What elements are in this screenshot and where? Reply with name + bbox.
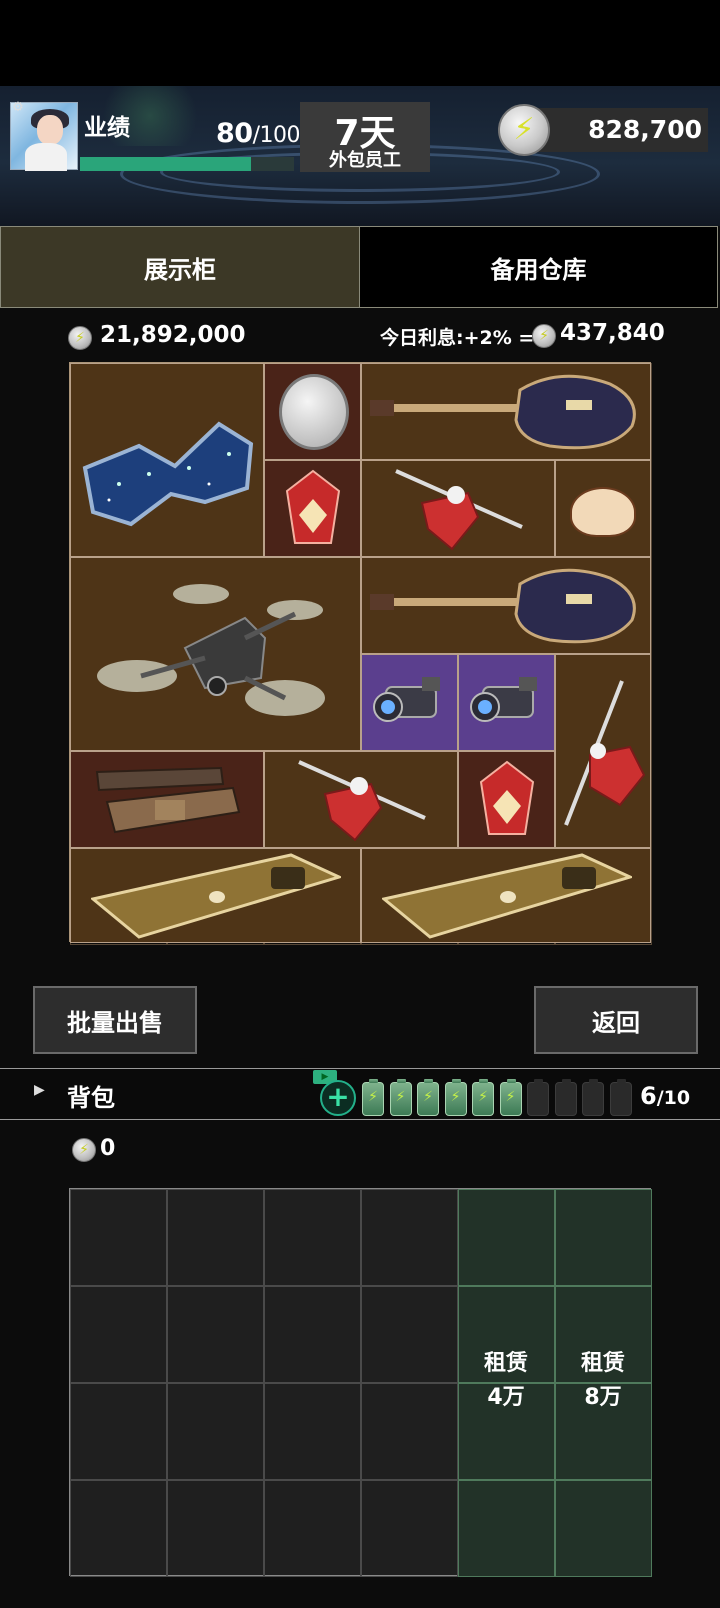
backpack-slot[interactable] bbox=[361, 1286, 458, 1383]
item-star-map-scroll[interactable] bbox=[70, 363, 264, 557]
backpack-slot[interactable] bbox=[167, 1480, 264, 1577]
showcase-grid bbox=[69, 362, 652, 945]
item-red-gem[interactable] bbox=[264, 460, 361, 557]
battery-full-icon: ⚡ bbox=[389, 1079, 412, 1116]
item-smartphone[interactable] bbox=[70, 848, 361, 943]
backpack-grid: 租赁 4万 租赁 8万 bbox=[69, 1188, 652, 1577]
top-status-area bbox=[0, 0, 720, 86]
interest-label: 今日利息:+2% = bbox=[380, 327, 535, 349]
performance-bar-fill bbox=[80, 157, 252, 171]
showcase-total-value: 21,892,000 bbox=[100, 322, 246, 348]
item-rifle-scope[interactable] bbox=[458, 654, 555, 751]
interest-value: 437,840 bbox=[560, 320, 665, 346]
avatar-body bbox=[25, 143, 67, 171]
battery-full-icon: ⚡ bbox=[362, 1079, 384, 1116]
add-battery-button[interactable]: + bbox=[320, 1080, 356, 1116]
rental-slot[interactable] bbox=[555, 1480, 652, 1577]
rent-slot-label[interactable]: 租赁 4万 bbox=[458, 1347, 554, 1415]
backpack-slot[interactable] bbox=[70, 1383, 167, 1480]
item-steamed-bun[interactable] bbox=[555, 460, 651, 557]
back-button[interactable]: 返回 bbox=[534, 986, 698, 1054]
performance-value: 80/100 bbox=[216, 118, 300, 149]
backpack-slot[interactable] bbox=[264, 1383, 361, 1480]
player-role: 外包员工 bbox=[329, 150, 401, 171]
battery-empty-icon bbox=[609, 1079, 632, 1116]
star-map-icon bbox=[82, 421, 254, 527]
rent-label-text: 租赁 bbox=[483, 1351, 528, 1376]
red-gem-icon bbox=[285, 469, 341, 544]
smartphone-icon bbox=[382, 853, 632, 939]
avatar-face bbox=[37, 115, 63, 145]
rent-slot-label[interactable]: 租赁 8万 bbox=[555, 1347, 651, 1415]
performance-bar bbox=[80, 157, 294, 171]
item-rifle-scope[interactable] bbox=[361, 654, 458, 751]
silver-coin-icon bbox=[279, 374, 349, 450]
tab-spare-warehouse[interactable]: 备用仓库 bbox=[359, 226, 718, 308]
battery-full-icon: ⚡ bbox=[472, 1079, 494, 1116]
performance-label: 业绩 bbox=[84, 115, 130, 141]
backpack-title: 背包 bbox=[67, 1084, 115, 1112]
steamed-bun-icon bbox=[570, 487, 636, 537]
scope-icon bbox=[373, 677, 440, 722]
backpack-slot[interactable] bbox=[361, 1189, 458, 1286]
rent-label-text: 租赁 bbox=[580, 1351, 625, 1376]
drone-icon bbox=[97, 584, 325, 716]
expand-arrow-icon[interactable]: ▶ bbox=[34, 1082, 45, 1098]
pickaxe-gem-icon bbox=[298, 760, 426, 842]
settings-gear-icon[interactable]: ⚙ bbox=[10, 100, 26, 116]
backpack-slot[interactable] bbox=[264, 1189, 361, 1286]
battery-full-icon: ⚡ bbox=[417, 1079, 439, 1116]
item-drone[interactable] bbox=[70, 557, 361, 751]
guitar-icon bbox=[370, 568, 636, 644]
energy-coin-icon: ⚡ bbox=[498, 104, 550, 156]
item-red-gem[interactable] bbox=[458, 751, 555, 848]
item-smartphone[interactable] bbox=[361, 848, 651, 943]
day-panel: 7天 外包员工 bbox=[300, 102, 430, 172]
battery-empty-icon bbox=[527, 1079, 549, 1116]
item-pickaxe-gem[interactable] bbox=[555, 654, 651, 848]
rent-price: 4万 bbox=[487, 1385, 525, 1410]
battery-full-icon: ⚡ bbox=[444, 1079, 467, 1116]
rent-price: 8万 bbox=[584, 1385, 622, 1410]
smartphone-icon bbox=[91, 853, 341, 939]
backpack-slot[interactable] bbox=[264, 1286, 361, 1383]
backpack-slot[interactable] bbox=[70, 1286, 167, 1383]
item-silver-coin[interactable] bbox=[264, 363, 361, 460]
backpack-slot[interactable] bbox=[264, 1480, 361, 1577]
backpack-slot[interactable] bbox=[361, 1480, 458, 1577]
battery-empty-icon bbox=[582, 1079, 604, 1116]
wooden-box-icon bbox=[95, 766, 241, 834]
tab-showcase[interactable]: 展示柜 bbox=[0, 226, 360, 308]
guitar-icon bbox=[370, 374, 636, 450]
backpack-slot[interactable] bbox=[167, 1286, 264, 1383]
coin-icon: ⚡ bbox=[68, 326, 92, 350]
item-pickaxe-gem[interactable] bbox=[361, 460, 555, 557]
item-wooden-box[interactable] bbox=[70, 751, 264, 848]
backpack-slot[interactable] bbox=[167, 1383, 264, 1480]
coin-icon: ⚡ bbox=[72, 1138, 96, 1162]
coin-icon: ⚡ bbox=[532, 324, 556, 348]
rental-slot[interactable] bbox=[458, 1480, 555, 1577]
backpack-slot[interactable] bbox=[167, 1189, 264, 1286]
backpack-slot[interactable] bbox=[70, 1480, 167, 1577]
rental-slot[interactable] bbox=[555, 1189, 652, 1286]
money-value: 828,700 bbox=[588, 115, 702, 144]
backpack-money: 0 bbox=[100, 1136, 116, 1161]
pickaxe-gem-icon bbox=[395, 469, 523, 551]
battery-full-icon: ⚡ bbox=[499, 1079, 522, 1116]
item-electric-guitar[interactable] bbox=[361, 363, 651, 460]
scope-icon bbox=[470, 677, 537, 722]
backpack-slot[interactable] bbox=[70, 1189, 167, 1286]
item-electric-guitar[interactable] bbox=[361, 557, 651, 654]
red-gem-icon bbox=[479, 760, 535, 835]
bulk-sell-button[interactable]: 批量出售 bbox=[33, 986, 197, 1054]
battery-empty-icon bbox=[554, 1079, 577, 1116]
backpack-slot[interactable] bbox=[361, 1383, 458, 1480]
backpack-capacity: 6/10 bbox=[640, 1082, 691, 1110]
rental-slot[interactable] bbox=[458, 1189, 555, 1286]
pickaxe-gem-icon bbox=[564, 680, 646, 826]
item-pickaxe-gem[interactable] bbox=[264, 751, 458, 848]
